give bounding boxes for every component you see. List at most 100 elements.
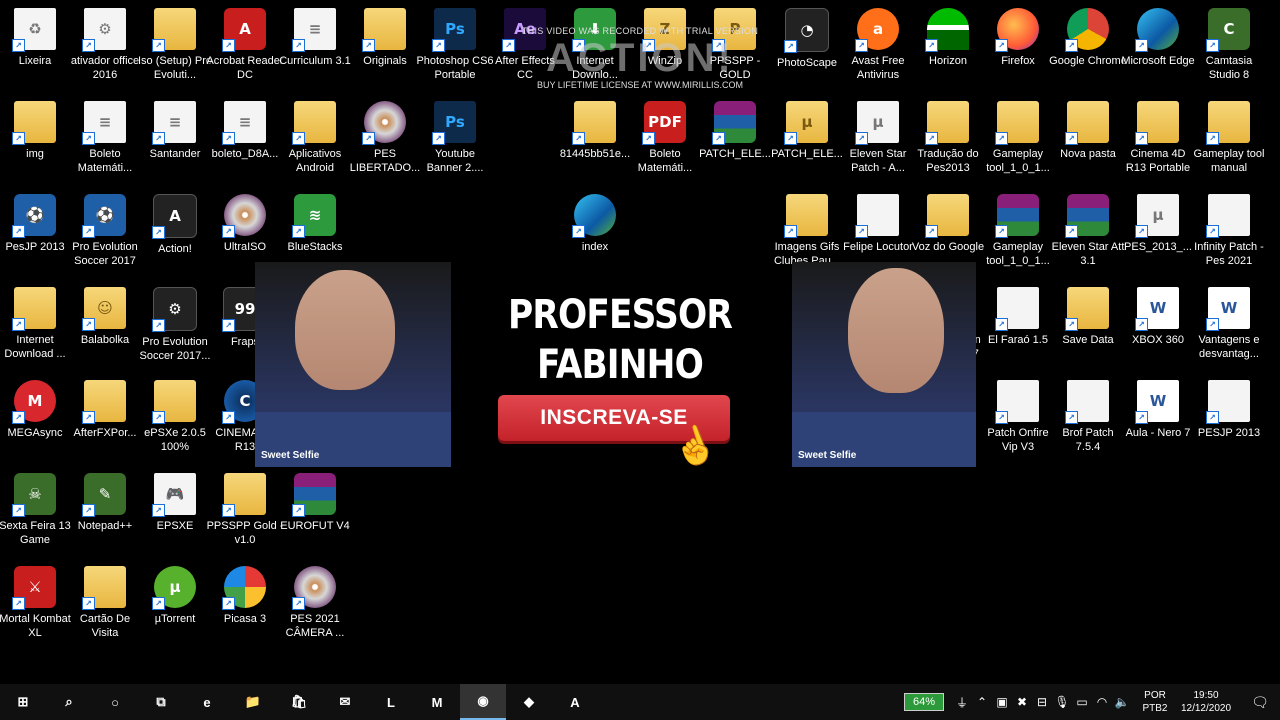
- taskbar-chrome[interactable]: ◉: [460, 684, 506, 720]
- microphone-icon[interactable]: 🎙: [1052, 695, 1072, 709]
- desktop-icon[interactable]: A ↗ Acrobat Reader DC: [206, 8, 284, 82]
- desktop-icon[interactable]: ≡ ↗ Boleto Matemáti...: [70, 101, 140, 175]
- task-view-button[interactable]: ⧉: [138, 684, 184, 720]
- desktop-icon[interactable]: C ↗ Camtasia Studio 8: [1194, 8, 1264, 82]
- desktop-icon[interactable]: ⚔ ↗ Mortal Kombat XL: [0, 566, 71, 640]
- taskbar-file-explorer[interactable]: 📁: [230, 684, 276, 720]
- desktop-icon[interactable]: ⚽ ↗ Pro Evolution Soccer 2017: [70, 194, 140, 268]
- desktop-icon[interactable]: µ ↗ µTorrent: [140, 566, 210, 626]
- desktop-icon[interactable]: ↗ Brof Patch 7.5.4: [1053, 380, 1123, 454]
- desktop-icon[interactable]: ↗ Eleven Star Att 3.1: [1052, 194, 1124, 268]
- desktop-icon[interactable]: Ps ↗ Youtube Banner 2....: [420, 101, 490, 175]
- notification-icon[interactable]: 🗨: [1240, 694, 1280, 711]
- desktop-icon[interactable]: ↗ Tradução do Pes2013: [913, 101, 983, 175]
- desktop-icon[interactable]: ↗ AfterFXPor...: [70, 380, 140, 440]
- cortana-button[interactable]: ○: [92, 684, 138, 720]
- search-button[interactable]: ⌕: [46, 684, 92, 720]
- desktop-icon[interactable]: ⬇ ↗ Internet Downlo...: [560, 8, 630, 82]
- desktop-icon[interactable]: ↗ 81445bb51e...: [560, 101, 630, 161]
- desktop-icon[interactable]: ≡ ↗ Santander: [140, 101, 210, 161]
- desktop-icon-label: Boleto Matemáti...: [77, 148, 133, 174]
- desktop-icon[interactable]: Z ↗ WinZip: [630, 8, 700, 68]
- desktop-icon[interactable]: ↗ ePSXe 2.0.5 100%: [140, 380, 210, 454]
- usb-icon[interactable]: ⊟: [1032, 695, 1052, 709]
- desktop-icon[interactable]: ↗ Save Data: [1053, 287, 1123, 347]
- desktop-icon[interactable]: ◔ ↗ PhotoScape: [772, 8, 842, 70]
- battery-icon[interactable]: ▭: [1072, 695, 1092, 709]
- desktop-icon[interactable]: ↗ EUROFUT V4: [280, 473, 350, 533]
- desktop-icon[interactable]: ↗ Patch Onfire Vip V3: [983, 380, 1053, 454]
- tray-app-icon[interactable]: ▣: [992, 695, 1012, 709]
- desktop-icon[interactable]: ↗ Gameplay tool manual: [1194, 101, 1264, 175]
- desktop-icon[interactable]: µ ↗ PATCH_ELE...: [771, 101, 843, 161]
- desktop-icon[interactable]: ↗ Internet Download ...: [0, 287, 70, 361]
- desktop-icon[interactable]: µ ↗ PES_2013_...: [1123, 194, 1193, 254]
- desktop-icon[interactable]: 🎮 ↗ EPSXE: [140, 473, 210, 533]
- desktop-icon[interactable]: ↗ El Faraó 1.5: [983, 287, 1053, 347]
- desktop-icon[interactable]: ↗ Aplicativos Android: [280, 101, 350, 175]
- desktop-icon[interactable]: ⚙ ↗ Pro Evolution Soccer 2017...: [140, 287, 210, 363]
- desktop-icon[interactable]: ≋ ↗ BlueStacks: [280, 194, 350, 254]
- desktop-icon[interactable]: Ae ↗ After Effects CC: [490, 8, 560, 82]
- desktop-icon[interactable]: a ↗ Avast Free Antivirus: [843, 8, 913, 82]
- desktop-icon[interactable]: A ↗ Action!: [140, 194, 210, 256]
- desktop-icon[interactable]: ↗ Firefox: [983, 8, 1053, 68]
- desktop-icon[interactable]: ☠ ↗ Sexta Feira 13 Game: [0, 473, 71, 547]
- desktop-icon[interactable]: ↗ Gameplay tool_1_0_1...: [983, 101, 1053, 175]
- desktop-icon[interactable]: ↗ Iso (Setup) Pro Evoluti...: [138, 8, 212, 82]
- desktop-icon[interactable]: ↗ Picasa 3: [210, 566, 280, 626]
- battery-indicator[interactable]: 64%: [903, 693, 944, 711]
- taskbar-mail[interactable]: ✉: [322, 684, 368, 720]
- desktop-icon[interactable]: ↗ Google Chrome: [1049, 8, 1127, 68]
- power-plug-icon[interactable]: ⏚: [952, 694, 972, 711]
- taskbar-store[interactable]: 🛍: [276, 684, 322, 720]
- desktop-icon[interactable]: ≡ ↗ Curriculum 3.1: [279, 8, 351, 68]
- desktop-icon[interactable]: ↗ Infinity Patch - Pes 2021: [1194, 194, 1264, 268]
- desktop-icon[interactable]: ↗ Nova pasta: [1053, 101, 1123, 161]
- desktop-icon[interactable]: ↗ PES 2021 CÂMERA ...: [280, 566, 350, 640]
- desktop-icon[interactable]: ↗ Felipe Locutor: [843, 194, 913, 254]
- desktop-icon[interactable]: ≡ ↗ boleto_D8A...: [210, 101, 280, 161]
- wifi-icon[interactable]: ◠: [1092, 695, 1112, 709]
- clock[interactable]: 19:50 12/12/2020: [1172, 689, 1240, 715]
- desktop-icon[interactable]: W ↗ XBOX 360: [1123, 287, 1193, 347]
- desktop-icon[interactable]: ⚙ ↗ ativador office 2016: [70, 8, 140, 82]
- taskbar-edge[interactable]: e: [184, 684, 230, 720]
- desktop-icon[interactable]: ↗ Microsoft Edge: [1121, 8, 1195, 68]
- desktop-icon[interactable]: ↗ img: [0, 101, 70, 161]
- volume-icon[interactable]: 🔈: [1112, 695, 1132, 709]
- desktop-icon[interactable]: ↗ index: [560, 194, 630, 254]
- desktop-icon-label: El Faraó 1.5: [988, 334, 1048, 346]
- desktop-icon[interactable]: µ ↗ Eleven Star Patch - A...: [843, 101, 913, 175]
- desktop-icon[interactable]: W ↗ Aula - Nero 7: [1123, 380, 1193, 440]
- desktop-icon[interactable]: ↗ Cartão De Visita: [70, 566, 140, 640]
- desktop-icon[interactable]: ↗ Horizon: [913, 8, 983, 68]
- desktop-icon[interactable]: W ↗ Vantagens e desvantag...: [1194, 287, 1264, 361]
- desktop-icon[interactable]: ✎ ↗ Notepad++: [70, 473, 140, 533]
- taskbar-l-app[interactable]: L: [368, 684, 414, 720]
- desktop-icon[interactable]: P ↗ PPSSPP - GOLD: [700, 8, 770, 82]
- desktop-icon[interactable]: ↗ PATCH_ELE...: [699, 101, 771, 161]
- desktop-icon[interactable]: ↗ PPSSPP Gold - v1.0: [207, 473, 283, 547]
- desktop-icon[interactable]: ↗ Originals: [350, 8, 420, 68]
- desktop-icon[interactable]: ♻ ↗ Lixeira: [0, 8, 70, 68]
- desktop-icon[interactable]: ↗ PESJP 2013: [1194, 380, 1264, 440]
- desktop-icon[interactable]: ☺ ↗ Balabolka: [70, 287, 140, 347]
- security-icon[interactable]: ✖: [1012, 695, 1032, 709]
- chevron-up-icon[interactable]: ⌃: [972, 695, 992, 709]
- desktop-icon[interactable]: ↗ Cinema 4D R13 Portable: [1123, 101, 1193, 175]
- desktop-icon[interactable]: ↗ Gameplay tool_1_0_1...: [983, 194, 1053, 268]
- taskbar-mcafee[interactable]: M: [414, 684, 460, 720]
- taskbar-app-blue[interactable]: ◆: [506, 684, 552, 720]
- desktop-icon[interactable]: PDF ↗ Boleto Matemáti...: [630, 101, 700, 175]
- desktop-icon[interactable]: ↗ UltraISO: [210, 194, 280, 254]
- desktop-icon[interactable]: Ps ↗ Photoshop CS6 Portable: [416, 8, 494, 82]
- taskbar-action[interactable]: A: [552, 684, 598, 720]
- desktop-icon[interactable]: M ↗ MEGAsync: [0, 380, 70, 440]
- desktop-icon[interactable]: ⚽ ↗ PesJP 2013: [0, 194, 70, 254]
- desktop-icon[interactable]: ↗ Voz do Google: [912, 194, 984, 254]
- language-indicator[interactable]: POR PTB2: [1138, 689, 1172, 715]
- desktop-icon[interactable]: ↗ Imagens Gifs Clubes Pau...: [772, 194, 842, 268]
- start-button[interactable]: ⊞: [0, 684, 46, 720]
- desktop-icon[interactable]: ↗ PES LIBERTADO...: [350, 101, 420, 175]
